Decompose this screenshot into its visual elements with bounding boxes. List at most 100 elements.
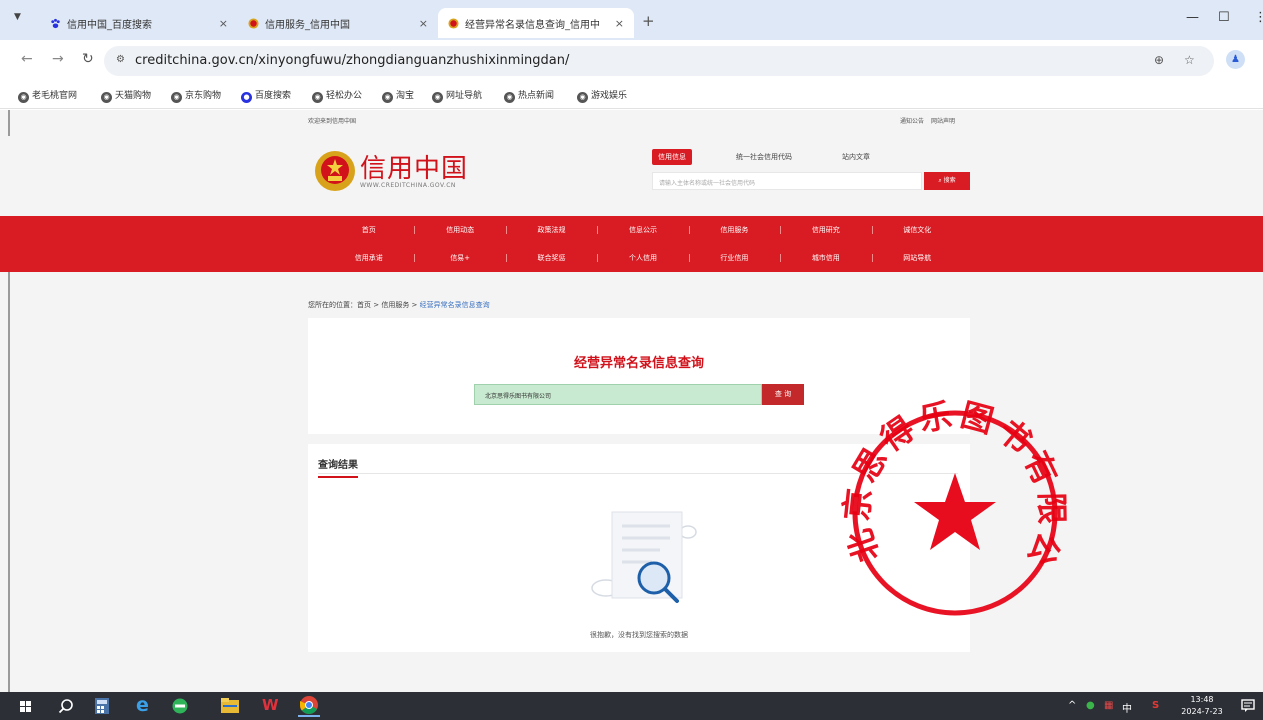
bookmark-label: 轻松办公 [326,91,363,101]
national-emblem-icon [315,151,355,191]
bookmark-label: 天猫购物 [115,91,152,101]
bookmark-item[interactable]: ◉ 天猫购物 [101,88,151,103]
tab-search-dropdown-icon[interactable]: ▼ [14,12,21,22]
calculator-icon[interactable] [95,698,109,714]
site-search-button[interactable]: ⌕ 搜索 [924,172,970,190]
bookmark-star-icon[interactable]: ☆ [1184,53,1195,67]
welcome-text: 欢迎来到信用中国 [308,118,357,125]
nav-item-industry-credit[interactable]: 行业信用 [688,244,780,272]
wps-office-icon[interactable]: W [262,696,279,714]
bookmark-label: 热点新闻 [518,91,555,101]
breadcrumb-sep: > [371,301,382,309]
bookmark-label: 游戏娱乐 [591,91,628,101]
address-row: ← → ↻ ⚙ creditchina.gov.cn/xinyongfuwu/z… [0,40,1263,81]
globe-icon: ◉ [18,92,29,103]
close-icon[interactable]: × [419,17,428,30]
site-logo-url: WWW.CREDITCHINA.GOV.CN [360,182,456,189]
company-name-input[interactable]: 北京思得乐图书有限公司 [474,384,762,405]
nav-row-1: 首页 信用动态 政策法规 信息公示 信用服务 信用研究 诚信文化 [323,216,963,244]
breadcrumb: 您所在的位置：首页 > 信用服务 > 经营异常名录信息查询 [308,300,490,310]
screen: ▼ 信用中国_百度搜索 × 信用服务_信用中国 × 经营异常名录信息查询_信用中… [0,0,1263,720]
site-logo-title[interactable]: 信用中国 [360,148,468,185]
site-search-input[interactable]: 请输入主体名称或统一社会信用代码 [652,172,922,190]
close-window-icon[interactable]: ⋮ [1254,10,1263,25]
omnibox[interactable]: ⚙ creditchina.gov.cn/xinyongfuwu/zhongdi… [104,46,1214,76]
search-tab-articles[interactable]: 站内文章 [836,149,876,165]
baidu-paw-icon [51,18,60,28]
emblem-icon [248,17,259,29]
nav-item-disclosure[interactable]: 信息公示 [597,216,688,244]
nav-item-home[interactable]: 首页 [323,216,414,244]
globe-icon: ◉ [101,92,112,103]
bookmark-item[interactable]: ◉ 老毛桃官网 [18,88,77,103]
reload-icon[interactable]: ↻ [82,51,94,67]
minimize-icon[interactable]: — [1186,10,1199,25]
bookmark-label: 京东购物 [185,91,222,101]
site-info-icon[interactable]: ⚙ [116,54,125,65]
tray-app-icon[interactable]: ● [1086,700,1095,711]
close-icon[interactable]: × [615,17,624,30]
tray-sogou-icon[interactable]: S [1152,700,1159,711]
notice-link[interactable]: 通知公告 [900,118,924,125]
maximize-icon[interactable]: ☐ [1218,10,1230,25]
globe-icon: ◉ [312,92,323,103]
query-button[interactable]: 查 询 [762,384,804,405]
nav-item-integrity-culture[interactable]: 诚信文化 [871,216,963,244]
bookmark-item[interactable]: ◉ 京东购物 [171,88,221,103]
nav-row-2: 信用承诺 信易+ 联合奖惩 个人信用 行业信用 城市信用 网站导航 [323,244,963,272]
nav-item-credit-service[interactable]: 信用服务 [688,216,780,244]
search-button-label: 搜索 [943,177,956,184]
no-data-illustration-icon [591,511,697,603]
file-explorer-icon[interactable] [221,698,239,713]
bookmark-item[interactable]: ● 百度搜索 [241,88,291,103]
close-icon[interactable]: × [219,17,228,30]
tab-label: 信用服务_信用中国 [265,19,350,31]
top-links: 通知公告 网站声明 [900,116,960,125]
tab-abnormal-list-query[interactable]: 经营异常名录信息查询_信用中 × [438,8,634,38]
clock-date: 2024-7-23 [1181,707,1223,716]
tab-credit-service[interactable]: 信用服务_信用中国 × [238,8,438,38]
globe-icon: ◉ [432,92,443,103]
bookmark-label: 老毛桃官网 [32,91,78,101]
forward-icon[interactable]: → [52,51,64,67]
new-tab-button[interactable]: + [642,12,655,30]
back-icon[interactable]: ← [21,51,33,67]
nav-item-credit-commitment[interactable]: 信用承诺 [323,244,414,272]
internet-explorer-icon[interactable]: e [136,694,149,716]
results-title: 查询结果 [318,456,358,478]
statement-link[interactable]: 网站声明 [931,118,955,125]
bookmark-item[interactable]: ◉ 淘宝 [382,88,414,103]
notification-icon[interactable] [1241,699,1255,713]
breadcrumb-prefix: 您所在的位置： [308,301,357,309]
search-icon[interactable] [58,698,74,714]
zoom-icon[interactable]: ⊕ [1154,53,1164,67]
bookmark-item[interactable]: ◉ 轻松办公 [312,88,362,103]
chrome-icon[interactable] [298,695,320,717]
url-text[interactable]: creditchina.gov.cn/xinyongfuwu/zhongdian… [135,53,569,68]
nav-item-credit-research[interactable]: 信用研究 [780,216,871,244]
taskbar-clock[interactable]: 13:48 2024-7-23 [1178,694,1226,718]
bookmark-item[interactable]: ◉ 游戏娱乐 [577,88,627,103]
nav-item-site-nav[interactable]: 网站导航 [871,244,963,272]
tab-baidu-search[interactable]: 信用中国_百度搜索 × [40,8,238,38]
globe-icon: ◉ [382,92,393,103]
tray-input-tool-icon[interactable]: ▦ [1104,700,1113,711]
breadcrumb-home[interactable]: 首页 [357,301,371,309]
nav-item-city-credit[interactable]: 城市信用 [780,244,871,272]
nav-item-credit-news[interactable]: 信用动态 [414,216,505,244]
browser-360-icon[interactable] [172,698,188,714]
bookmark-item[interactable]: ◉ 热点新闻 [504,88,554,103]
nav-item-joint-reward[interactable]: 联合奖惩 [505,244,597,272]
nav-item-xinyi[interactable]: 信易+ [414,244,505,272]
search-tab-credit-code[interactable]: 统一社会信用代码 [730,149,798,165]
bookmark-label: 淘宝 [396,91,415,101]
tray-chevron-icon[interactable]: ^ [1068,700,1076,711]
tray-language-indicator[interactable]: 中 [1122,700,1132,715]
nav-item-policy[interactable]: 政策法规 [505,216,597,244]
profile-avatar[interactable]: ♟ [1226,50,1245,69]
search-tab-credit-info[interactable]: 信用信息 [652,149,692,165]
bookmark-item[interactable]: ◉ 网址导航 [432,88,482,103]
breadcrumb-level2[interactable]: 信用服务 [381,301,409,309]
nav-item-personal-credit[interactable]: 个人信用 [597,244,688,272]
windows-start-icon[interactable] [20,701,31,712]
